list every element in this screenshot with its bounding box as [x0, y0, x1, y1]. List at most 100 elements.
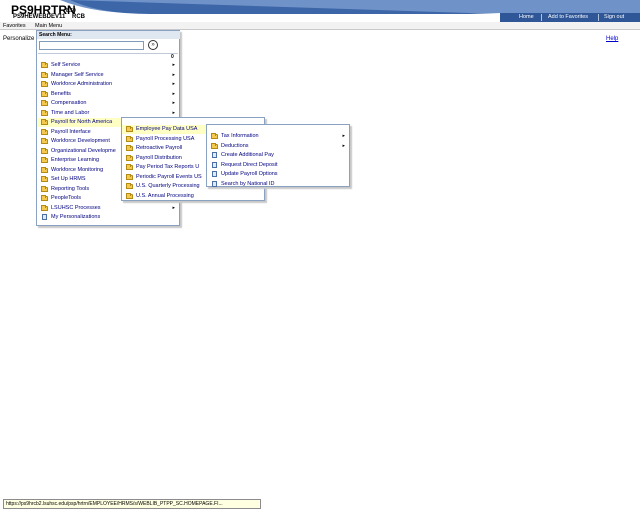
menu-item-label: Workforce Development: [51, 138, 110, 144]
menu-item-label: Benefits: [51, 90, 71, 97]
main-menu-item-compensation[interactable]: Compensation ▸: [37, 99, 179, 108]
sign-out-link[interactable]: Sign out: [604, 14, 624, 21]
menu-item-label: Update Payroll Options: [221, 171, 278, 177]
folder-icon: [211, 142, 218, 149]
menu-divider: [38, 53, 178, 54]
employee-pay-menu-item-tax-information[interactable]: Tax Information ▸: [207, 132, 349, 141]
menu-item-label: Payroll Processing USA: [136, 135, 195, 142]
document-icon: [212, 171, 217, 177]
submenu-arrow-icon: ▸: [342, 133, 345, 139]
submenu-arrow-icon: ▸: [172, 81, 175, 87]
menu-item-label: Payroll for North America: [51, 119, 113, 125]
status-bar: https://ps9hrcb2.lsuhsc.edu/psp/hrtrn/EM…: [3, 499, 261, 509]
folder-icon: [41, 90, 48, 97]
document-icon: [212, 180, 217, 187]
main-menu-item-self-service[interactable]: Self Service ▸: [37, 61, 179, 70]
employee-pay-menu-item-search-by-national-id[interactable]: Search by National ID: [207, 180, 349, 189]
submenu-arrow-icon: ▸: [172, 204, 175, 211]
header-link-separator: [541, 14, 542, 21]
server-label: PS9HEWEBDEV11: [13, 14, 66, 20]
menu-item-label: Manager Self Service: [51, 71, 104, 78]
employee-pay-menu-item-update-payroll-options[interactable]: Update Payroll Options: [207, 170, 349, 179]
folder-icon: [41, 81, 48, 87]
folder-icon: [41, 100, 48, 106]
personalize-link[interactable]: Personalize: [3, 36, 34, 42]
menu-item-label: Set Up HRMS: [51, 176, 86, 182]
folder-icon: [41, 147, 48, 154]
menu-item-label: Payroll Interface: [51, 128, 91, 135]
home-link[interactable]: Home: [519, 14, 534, 21]
add-to-favorites-link[interactable]: Add to Favorites: [548, 14, 588, 21]
menu-item-label: My Personalizations: [51, 214, 101, 220]
main-menu-item-lsuhsc-processes[interactable]: LSUHSC Processes ▸: [37, 204, 179, 213]
menu-item-label: LSUHSC Processes: [51, 204, 101, 211]
favorites-menu[interactable]: Favorites: [3, 22, 26, 30]
menu-count: 0: [171, 54, 174, 60]
main-menu-item-manager-self-service[interactable]: Manager Self Service ▸: [37, 71, 179, 80]
search-menu-input[interactable]: [39, 41, 144, 50]
employee-pay-menu-item-deductions[interactable]: Deductions ▸: [207, 142, 349, 151]
main-menu[interactable]: Main Menu: [35, 22, 62, 30]
menu-item-label: U.S. Quarterly Processing: [136, 183, 200, 189]
folder-icon: [126, 154, 133, 161]
menu-bar: Favorites Main Menu: [0, 22, 640, 30]
menu-item-label: PeopleTools: [51, 195, 81, 201]
menu-item-label: Create Additional Pay: [221, 152, 274, 158]
document-icon: [212, 161, 217, 168]
document-icon: [42, 214, 47, 220]
menu-item-label: Deductions: [221, 142, 249, 149]
status-url: https://ps9hrcb2.lsuhsc.edu/psp/hrtrn/EM…: [6, 501, 223, 507]
submenu-arrow-icon: ▸: [172, 62, 175, 68]
search-menu-header: Search Menu:: [37, 31, 180, 39]
menu-item-label: Self Service: [51, 62, 81, 68]
folder-icon: [126, 183, 133, 189]
folder-icon: [211, 133, 218, 139]
folder-icon: [41, 128, 48, 135]
submenu-arrow-icon: ▸: [342, 142, 345, 149]
menu-item-label: U.S. Annual Processing: [136, 192, 194, 199]
menu-item-label: Enterprise Learning: [51, 157, 100, 163]
menu-item-label: Time and Labor: [51, 109, 90, 116]
folder-icon: [126, 145, 133, 151]
submenu-arrow-icon: ▸: [172, 109, 175, 116]
help-link[interactable]: Help: [606, 36, 618, 42]
folder-icon: [41, 166, 48, 173]
folder-icon: [41, 62, 48, 68]
folder-icon: [41, 109, 48, 116]
folder-icon: [126, 126, 133, 132]
main-menu-item-workforce-administration[interactable]: Workforce Administration ▸: [37, 80, 179, 89]
menu-item-label: Retroactive Payroll: [136, 145, 183, 151]
document-icon: [212, 152, 217, 158]
folder-icon: [41, 157, 48, 163]
employee-pay-menu-item-create-additional-pay[interactable]: Create Additional Pay: [207, 151, 349, 160]
folder-icon: [41, 195, 48, 201]
employee-pay-submenu: Tax Information ▸ Deductions ▸ Create Additi…: [206, 124, 350, 187]
menu-item-label: Request Direct Deposit: [221, 161, 278, 168]
payroll-menu-item-u-s-annual-processing[interactable]: U.S. Annual Processing: [122, 192, 264, 201]
header-banner: [60, 0, 640, 22]
submenu-arrow-icon: ▸: [172, 71, 175, 78]
main-menu-item-benefits[interactable]: Benefits ▸: [37, 90, 179, 99]
folder-icon: [41, 204, 48, 211]
folder-icon: [41, 119, 48, 125]
menu-item-label: Reporting Tools: [51, 185, 90, 192]
menu-item-label: Employee Pay Data USA: [136, 126, 198, 132]
header-link-separator: [598, 14, 599, 21]
employee-pay-menu-item-request-direct-deposit[interactable]: Request Direct Deposit: [207, 161, 349, 170]
folder-icon: [41, 185, 48, 192]
folder-icon: [41, 71, 48, 78]
menu-item-label: Workforce Administration: [51, 81, 113, 87]
main-menu-item-my-personalizations[interactable]: My Personalizations: [37, 213, 179, 222]
menu-item-label: Tax Information: [221, 133, 259, 139]
menu-item-label: Workforce Monitoring: [51, 166, 104, 173]
menu-item-label: Periodic Payroll Events US: [136, 173, 202, 180]
search-go-icon[interactable]: »: [148, 40, 158, 50]
submenu-arrow-icon: ▸: [172, 100, 175, 106]
folder-icon: [126, 192, 133, 199]
folder-icon: [41, 176, 48, 182]
folder-icon: [41, 138, 48, 144]
user-label: RCB: [72, 14, 85, 20]
menu-item-label: Compensation: [51, 100, 87, 106]
folder-icon: [126, 173, 133, 180]
menu-item-label: Pay Period Tax Reports U: [136, 164, 200, 170]
